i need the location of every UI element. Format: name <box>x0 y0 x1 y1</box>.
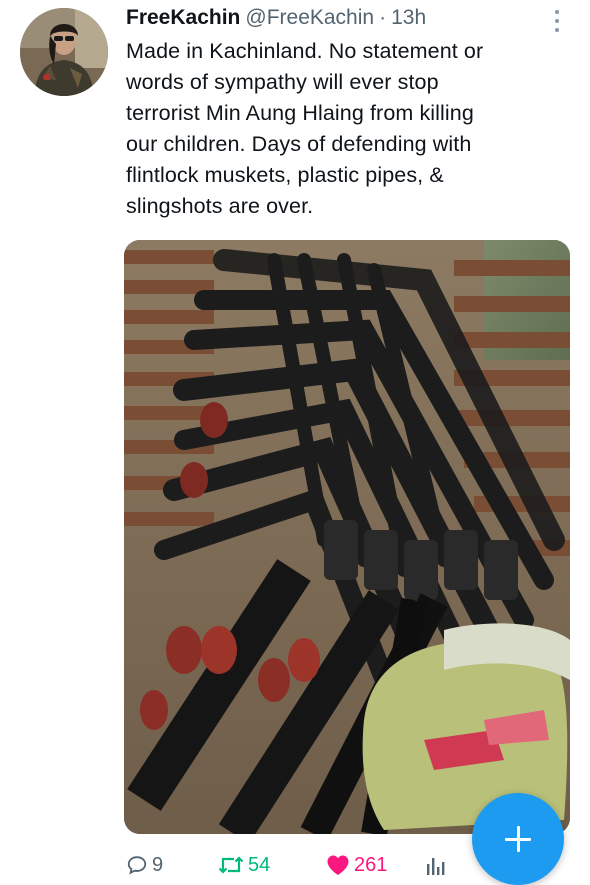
tweet-text-line: terrorist Min Aung Hlaing from killing <box>126 101 474 125</box>
tweet[interactable]: FreeKachin @FreeKachin · 13h Made in Kac… <box>0 0 590 885</box>
tweet-photo[interactable] <box>124 240 570 834</box>
more-vertical-icon[interactable] <box>550 8 564 34</box>
tweet-header: FreeKachin @FreeKachin · 13h <box>126 6 556 36</box>
retweet-button[interactable]: 54 <box>218 850 270 880</box>
user-handle[interactable]: @FreeKachin <box>245 6 374 30</box>
reply-button[interactable]: 9 <box>126 850 163 880</box>
tweet-text-line: Made in Kachinland. No statement or <box>126 39 484 63</box>
weapons-photo <box>124 240 570 834</box>
heart-icon <box>327 855 349 875</box>
compose-button[interactable] <box>472 793 564 885</box>
tweet-text-line: words of sympathy will ever stop <box>126 70 439 94</box>
tweet-actions: 9 54 261 <box>126 850 456 880</box>
views-button[interactable] <box>426 850 446 880</box>
views-chart-icon <box>427 858 445 875</box>
retweet-count: 54 <box>248 853 271 876</box>
tweet-text-line: slingshots are over. <box>126 194 314 218</box>
plus-icon <box>505 826 531 852</box>
like-button[interactable]: 261 <box>326 850 387 880</box>
like-count: 261 <box>354 853 388 876</box>
tweet-text: Made in Kachinland. No statement or word… <box>126 36 566 222</box>
timestamp[interactable]: 13h <box>391 6 426 30</box>
reply-count: 9 <box>152 853 164 876</box>
tweet-text-line: our children. Days of defending with <box>126 132 472 156</box>
separator-dot: · <box>379 6 387 29</box>
display-name[interactable]: FreeKachin <box>126 6 240 30</box>
reply-bubble-icon <box>127 856 147 875</box>
avatar-image <box>20 8 108 96</box>
tweet-text-line: flintlock muskets, plastic pipes, & <box>126 163 444 187</box>
retweet-icon <box>218 856 244 874</box>
avatar[interactable] <box>20 8 108 96</box>
